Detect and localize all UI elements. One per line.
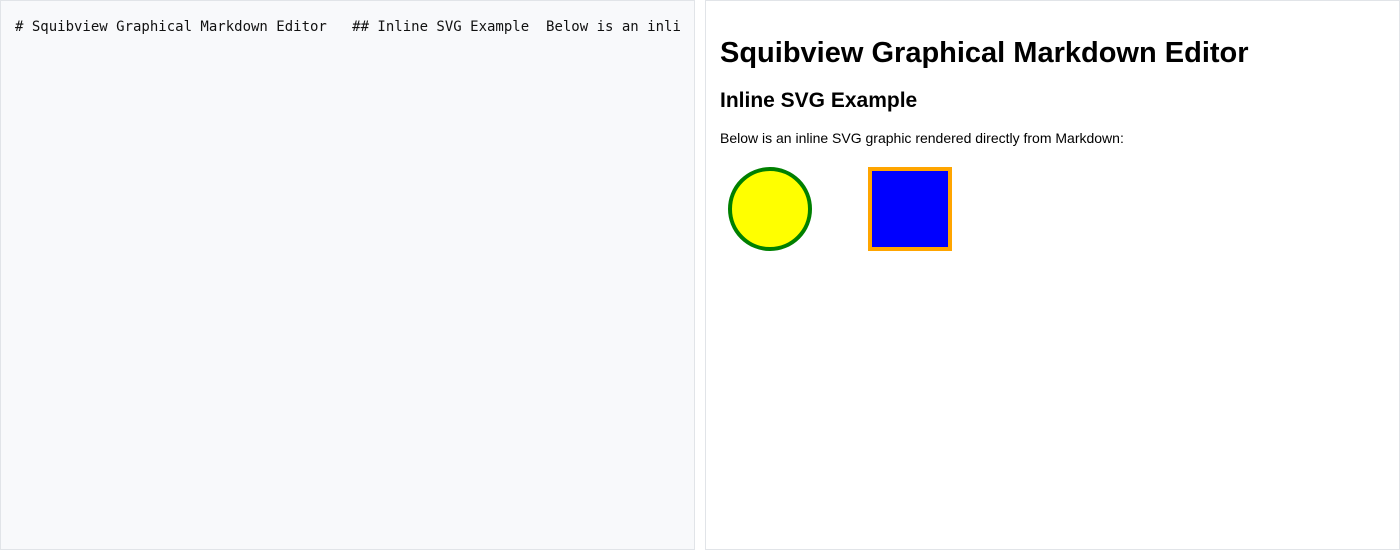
preview-heading-2: Inline SVG Example (720, 89, 918, 112)
svg-circle (728, 167, 812, 251)
markdown-editor-pane[interactable]: # Squibview Graphical Markdown Editor ##… (0, 0, 695, 550)
markdown-source-text[interactable]: # Squibview Graphical Markdown Editor ##… (15, 17, 680, 37)
preview-heading-1: Squibview Graphical Markdown Editor (720, 37, 1249, 69)
inline-svg-graphic (728, 167, 952, 251)
svg-square (868, 167, 952, 251)
preview-paragraph: Below is an inline SVG graphic rendered … (720, 130, 1124, 146)
rendered-preview-pane: Squibview Graphical Markdown Editor Inli… (705, 0, 1400, 550)
app-layout: # Squibview Graphical Markdown Editor ##… (0, 0, 1400, 550)
